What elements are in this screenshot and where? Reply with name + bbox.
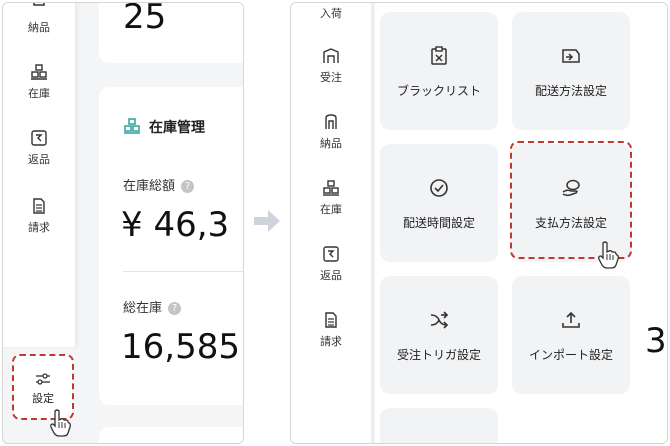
help-icon[interactable]: ? [181, 180, 195, 193]
tile-label: 配送時間設定 [402, 216, 475, 230]
divider [123, 271, 243, 272]
return-icon [323, 246, 339, 262]
tile-import[interactable]: インポート設定 [512, 276, 630, 394]
trigger-icon [430, 311, 449, 329]
tile-order-trigger[interactable]: 受注トリガ設定 [380, 276, 498, 394]
sidebar-item-label: 返品 [28, 153, 50, 166]
invoice-icon [325, 312, 337, 328]
total-amount-label: 在庫総額 [123, 179, 176, 194]
sidebar-item-label: 納品 [320, 137, 342, 150]
invoice-icon [33, 198, 45, 214]
order-icon [323, 48, 339, 63]
total-stock-value: 16,585 [121, 327, 240, 367]
total-amount-value: ¥ 46,3 [121, 205, 230, 245]
sidebar-item-label: 請求 [28, 221, 50, 234]
sidebar-item-label: 入荷 [320, 7, 342, 20]
next-card [99, 427, 243, 443]
sidebar-item-label: 在庫 [28, 87, 50, 100]
inventory-icon [323, 180, 339, 196]
import-icon [562, 311, 580, 328]
sidebar-item-arrival[interactable]: 入荷 [291, 5, 371, 21]
tile-label: ブラックリスト [396, 84, 481, 98]
sidebar-item-returns[interactable]: 返品 [3, 129, 75, 167]
tile-partial[interactable] [380, 408, 498, 443]
sidebar: 納品 在庫 返品 請求 [3, 3, 75, 347]
sidebar-item-label: 在庫 [320, 203, 342, 216]
card-title: 在庫管理 [149, 120, 205, 136]
settings-sliders-icon [36, 373, 50, 385]
delivery-icon [325, 114, 337, 129]
tile-delivery-time[interactable]: 配送時間設定 [380, 144, 498, 262]
hand-cursor-icon [50, 409, 71, 437]
tile-label: インポート設定 [528, 348, 613, 362]
inventory-card: 在庫管理 在庫総額? ¥ 46,3 総在庫? 16,585 [99, 87, 243, 405]
sidebar-item-invoice[interactable]: 請求 [291, 311, 371, 349]
sidebar-item-inventory[interactable]: 在庫 [3, 63, 75, 101]
sidebar-item-label: 納品 [28, 21, 50, 34]
shipping-method-icon [562, 49, 580, 63]
settings-label: 設定 [32, 392, 54, 405]
inventory-icon [124, 118, 140, 134]
total-stock-label-row: 総在庫? [123, 297, 182, 316]
hand-cursor-icon [598, 241, 619, 269]
sidebar-item-delivery[interactable]: 納品 [3, 3, 75, 35]
tile-label: 受注トリガ設定 [396, 348, 481, 362]
tile-shipping-method[interactable]: 配送方法設定 [512, 12, 630, 130]
summary-value: 25 [123, 2, 167, 37]
sidebar-item-returns[interactable]: 返品 [291, 245, 371, 283]
sidebar: 入荷 受注 納品 在庫 返品 請求 [291, 3, 371, 443]
inventory-icon [31, 64, 47, 80]
blacklist-icon [431, 46, 447, 65]
sidebar-item-inventory[interactable]: 在庫 [291, 179, 371, 217]
arrow-right-icon [254, 210, 280, 232]
help-icon[interactable]: ? [168, 302, 182, 315]
total-amount-label-row: 在庫総額? [123, 175, 195, 194]
delivery-icon [33, 3, 45, 6]
clock-icon [430, 179, 448, 197]
tile-label: 配送方法設定 [534, 84, 607, 98]
tile-blacklist[interactable]: ブラックリスト [380, 12, 498, 130]
return-icon [31, 130, 47, 146]
total-stock-label: 総在庫 [123, 301, 163, 316]
peek-value: 3 [645, 321, 667, 361]
sidebar-item-delivery[interactable]: 納品 [291, 113, 371, 151]
sidebar-item-invoice[interactable]: 請求 [3, 197, 75, 235]
sidebar-item-label: 請求 [320, 335, 342, 348]
sidebar-item-label: 受注 [320, 71, 342, 84]
sidebar-item-label: 返品 [320, 269, 342, 282]
sidebar-item-orders[interactable]: 受注 [291, 47, 371, 85]
summary-card-top: 25 [99, 2, 243, 63]
